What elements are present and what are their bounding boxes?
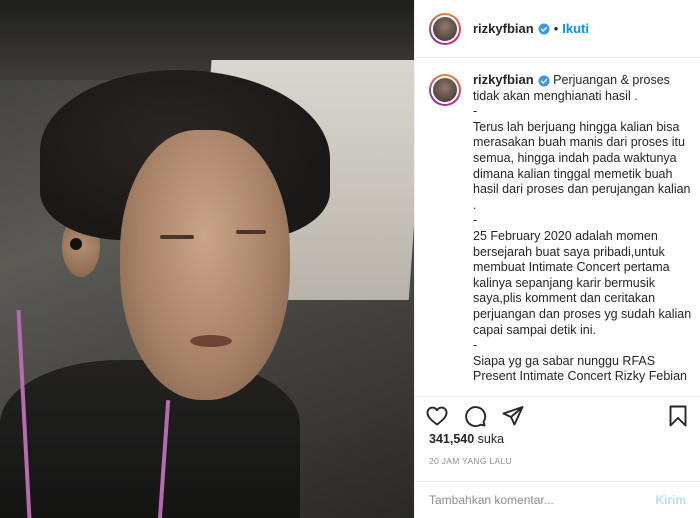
photo-earring	[70, 238, 82, 250]
post-timestamp[interactable]: 20 JAM YANG LALU	[429, 456, 512, 466]
verified-badge-icon	[538, 23, 550, 34]
post-header: rizkyfbian • Ikuti	[415, 0, 700, 58]
comment-box: Kirim	[415, 481, 700, 518]
caption-text: rizkyfbian Perjuangan & proses tidak aka…	[473, 72, 693, 390]
caption-username-link[interactable]: rizkyfbian	[473, 72, 534, 87]
like-count[interactable]: 341,540 suka	[429, 432, 504, 446]
share-icon[interactable]	[501, 404, 525, 428]
caption-body: Perjuangan & proses tidak akan menghiana…	[473, 73, 692, 384]
caption-container: rizkyfbian Perjuangan & proses tidak aka…	[429, 72, 694, 390]
photo-mouth	[190, 335, 232, 347]
avatar[interactable]	[429, 74, 461, 106]
comment-input[interactable]	[429, 493, 656, 507]
like-count-suffix: suka	[477, 432, 505, 446]
username-link[interactable]: rizkyfbian	[473, 21, 534, 36]
bookmark-icon[interactable]	[666, 404, 690, 428]
photo-shirt	[0, 360, 300, 518]
photo-face	[120, 130, 290, 400]
comment-icon[interactable]	[463, 404, 487, 428]
post-photo[interactable]	[0, 0, 414, 518]
avatar[interactable]	[429, 12, 461, 45]
post-side-panel: rizkyfbian • Ikuti rizkyfbian Perjuangan…	[414, 0, 700, 518]
like-count-number: 341,540	[429, 432, 475, 446]
photo-closed-eye	[236, 230, 266, 234]
follow-button[interactable]: Ikuti	[562, 21, 589, 36]
photo-closed-eye	[160, 235, 194, 239]
post-comment-button[interactable]: Kirim	[655, 493, 686, 507]
action-bar	[415, 396, 700, 434]
verified-badge-icon	[538, 75, 550, 87]
heart-icon[interactable]	[425, 404, 449, 428]
separator-dot: •	[553, 21, 559, 36]
